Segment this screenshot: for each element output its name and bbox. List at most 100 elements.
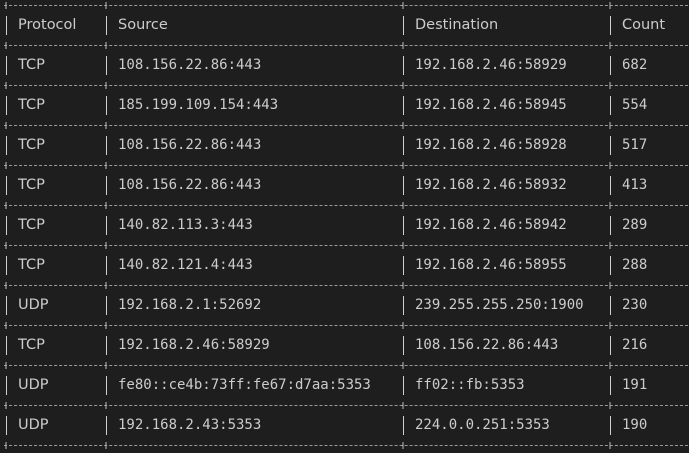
- separator-junction: [402, 242, 404, 249]
- row-separator: [4, 5, 688, 6]
- separator-junction: [402, 2, 404, 9]
- separator-junction: [105, 2, 107, 9]
- separator-junction: [402, 82, 404, 89]
- column-separator: [403, 416, 404, 435]
- separator-junction: [105, 322, 107, 329]
- column-separator: [6, 416, 7, 435]
- separator-junction: [609, 242, 611, 249]
- separator-junction: [402, 122, 404, 129]
- header-destination: Destination: [415, 17, 499, 33]
- column-separator: [403, 96, 404, 115]
- cell-protocol: TCP: [18, 177, 45, 193]
- cell-destination: 192.168.2.46:58932: [415, 177, 567, 193]
- column-separator: [106, 16, 107, 35]
- column-separator: [6, 376, 7, 395]
- table-header-row: Protocol Source Destination Count: [0, 6, 689, 46]
- column-separator: [403, 136, 404, 155]
- separator-junction: [5, 202, 7, 209]
- column-separator: [106, 416, 107, 435]
- separator-junction: [105, 362, 107, 369]
- cell-count: 230: [622, 297, 648, 313]
- column-separator: [6, 16, 7, 35]
- row-separator: [4, 365, 688, 366]
- table-row: UDP 192.168.2.43:5353 224.0.0.251:5353 1…: [0, 406, 689, 446]
- column-separator: [403, 16, 404, 35]
- column-separator: [610, 336, 611, 355]
- cell-protocol: TCP: [18, 257, 45, 273]
- column-separator: [610, 376, 611, 395]
- cell-protocol: UDP: [18, 417, 49, 433]
- separator-junction: [105, 42, 107, 49]
- cell-count: 191: [622, 377, 648, 393]
- cell-destination: 192.168.2.46:58928: [415, 137, 567, 153]
- column-separator: [610, 56, 611, 75]
- separator-junction: [609, 362, 611, 369]
- cell-protocol: UDP: [18, 297, 49, 313]
- column-separator: [106, 176, 107, 195]
- separator-junction: [105, 122, 107, 129]
- cell-count: 216: [622, 337, 648, 353]
- header-source: Source: [118, 17, 168, 33]
- column-separator: [6, 96, 7, 115]
- column-separator: [106, 336, 107, 355]
- cell-destination: 192.168.2.46:58929: [415, 57, 567, 73]
- cell-destination: 239.255.255.250:1900: [415, 297, 584, 313]
- row-separator: [4, 245, 688, 246]
- separator-junction: [402, 202, 404, 209]
- column-separator: [106, 136, 107, 155]
- row-separator: [4, 125, 688, 126]
- separator-junction: [5, 42, 7, 49]
- separator-junction: [5, 362, 7, 369]
- cell-destination: 192.168.2.46:58942: [415, 217, 567, 233]
- separator-junction: [402, 162, 404, 169]
- cell-source: 192.168.2.43:5353: [118, 417, 262, 433]
- separator-junction: [5, 2, 7, 9]
- row-separator: [4, 285, 688, 286]
- cell-source: 108.156.22.86:443: [118, 177, 262, 193]
- cell-count: 190: [622, 417, 648, 433]
- row-separator: [4, 205, 688, 206]
- separator-junction: [5, 402, 7, 409]
- separator-junction: [105, 82, 107, 89]
- separator-junction: [402, 362, 404, 369]
- column-separator: [6, 296, 7, 315]
- column-separator: [403, 336, 404, 355]
- separator-junction: [5, 122, 7, 129]
- column-separator: [106, 376, 107, 395]
- separator-junction: [609, 2, 611, 9]
- separator-junction: [402, 402, 404, 409]
- separator-junction: [609, 82, 611, 89]
- table-row: TCP 108.156.22.86:443 192.168.2.46:58929…: [0, 46, 689, 86]
- separator-junction: [402, 442, 404, 449]
- separator-junction: [5, 442, 7, 449]
- table-row: TCP 108.156.22.86:443 192.168.2.46:58928…: [0, 126, 689, 166]
- table-row: UDP fe80::ce4b:73ff:fe67:d7aa:5353 ff02:…: [0, 366, 689, 406]
- separator-junction: [5, 162, 7, 169]
- column-separator: [106, 216, 107, 235]
- separator-junction: [609, 202, 611, 209]
- cell-source: 140.82.113.3:443: [118, 217, 253, 233]
- cell-protocol: UDP: [18, 377, 49, 393]
- cell-protocol: TCP: [18, 137, 45, 153]
- column-separator: [6, 336, 7, 355]
- cell-count: 413: [622, 177, 648, 193]
- separator-junction: [105, 202, 107, 209]
- separator-junction: [5, 322, 7, 329]
- table-row: TCP 185.199.109.154:443 192.168.2.46:589…: [0, 86, 689, 126]
- column-separator: [6, 216, 7, 235]
- separator-junction: [609, 162, 611, 169]
- cell-source: 140.82.121.4:443: [118, 257, 253, 273]
- separator-junction: [609, 282, 611, 289]
- separator-junction: [5, 242, 7, 249]
- column-separator: [610, 136, 611, 155]
- column-separator: [610, 96, 611, 115]
- column-separator: [106, 56, 107, 75]
- separator-junction: [609, 402, 611, 409]
- column-separator: [106, 96, 107, 115]
- column-separator: [403, 296, 404, 315]
- terminal-output: Protocol Source Destination Count TCP 10…: [0, 0, 689, 453]
- row-separator: [4, 325, 688, 326]
- column-separator: [6, 176, 7, 195]
- cell-destination: 224.0.0.251:5353: [415, 417, 550, 433]
- cell-destination: 108.156.22.86:443: [415, 337, 559, 353]
